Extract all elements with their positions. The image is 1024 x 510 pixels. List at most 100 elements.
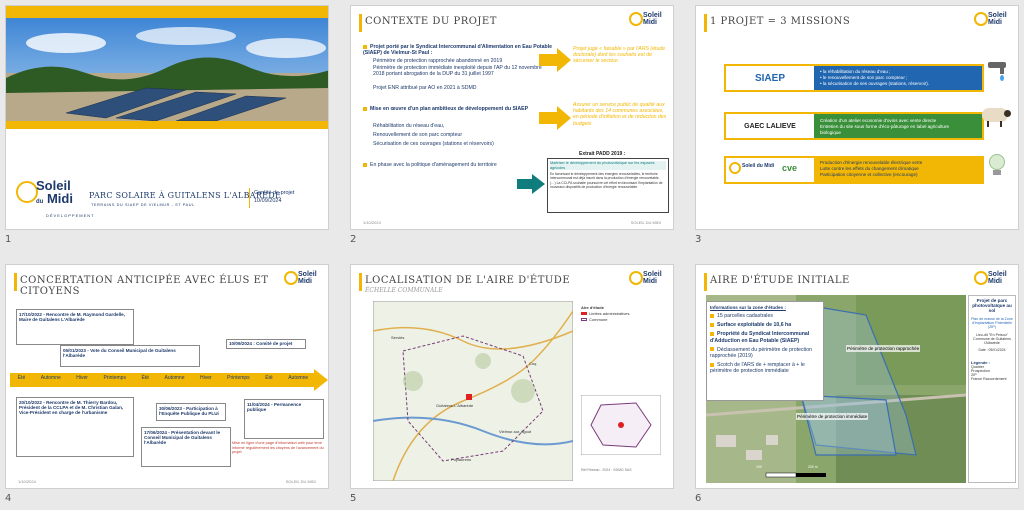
place-label: Cuq bbox=[529, 361, 537, 366]
event-card-2: 05/01/2023 - Vote du Conseil Municipal d… bbox=[60, 345, 200, 367]
padd-box-title: Extrait PADD 2019 : bbox=[579, 151, 626, 157]
slide-number: 2 bbox=[350, 234, 357, 245]
mission-1-text: • la réhabilitation du réseau d'eau ; • … bbox=[820, 69, 930, 86]
footer-brand: SOLEIL DU MIDI bbox=[285, 479, 316, 484]
solar-logos: Soleil du Midi cve bbox=[726, 158, 814, 182]
commune-map bbox=[373, 301, 573, 481]
mission-solar: Soleil du Midi cve Production d'énergie … bbox=[724, 156, 984, 184]
siaep-logo: SIAEP bbox=[726, 66, 814, 90]
timeline-arrow-icon bbox=[314, 369, 328, 391]
timeline-season: Été bbox=[265, 375, 273, 381]
bullet-1b: Périmètre de protection immédiate inexpl… bbox=[373, 65, 542, 78]
top-band bbox=[6, 6, 328, 18]
event-card-4: 20/10/2022 - Rencontre de M. Thierry Bar… bbox=[16, 397, 134, 457]
place-label: Serviès bbox=[391, 335, 405, 340]
timeline-season: Automne bbox=[40, 375, 61, 381]
bullet-2: Mise en œuvre d'un plan ambitieux de dév… bbox=[363, 106, 553, 112]
slide-sorter-grid: Soleil du Midi DÉVELOPPEMENT PARC SOLAIRE… bbox=[0, 0, 1024, 510]
mission-siaep: SIAEP • la réhabilitation du réseau d'ea… bbox=[724, 64, 984, 92]
slide-subtitle: TERRAINS DU SIAEP DE VIELMUR - ST PAUL bbox=[91, 203, 195, 207]
slide-title: PARC SOLAIRE À GUITALENS L'ALBARÈDE bbox=[89, 191, 282, 200]
padd-heading: Maîtriser le développement du photovolta… bbox=[550, 161, 666, 170]
slide-5[interactable]: LOCALISATION DE L'AIRE D'ÉTUDE ÉCHELLE C… bbox=[350, 264, 674, 489]
timeline-season: Hiver bbox=[76, 375, 88, 381]
logo-text: Soleil du Midi bbox=[36, 178, 73, 206]
green-bulb-icon bbox=[988, 154, 1006, 178]
slide-subtitle: ÉCHELLE COMMUNALE bbox=[365, 287, 443, 294]
company-logo-icon: Soleil Midi bbox=[974, 10, 1012, 32]
place-label: Guitalens-L'Albarède bbox=[436, 403, 474, 408]
zone-label-immediate: Périmètre de protection immédiate bbox=[796, 413, 869, 420]
company-logo-icon: Soleil Midi bbox=[284, 269, 322, 291]
web-info-note: Mise en ligne d'une page d'information w… bbox=[232, 441, 324, 454]
map-legend: Aire d'étude Limites administratives Com… bbox=[581, 305, 630, 322]
slide-3[interactable]: 1 PROJET = 3 MISSIONS Soleil Midi SIAEP •… bbox=[695, 5, 1019, 230]
scale-label: 200 m bbox=[808, 465, 818, 469]
slide-4[interactable]: CONCERTATION ANTICIPÉE AVEC ÉLUS ET CITO… bbox=[5, 264, 329, 489]
overview-inset-map bbox=[581, 395, 661, 455]
timeline-season: Automne bbox=[288, 375, 309, 381]
title-accent bbox=[704, 14, 707, 32]
bullet-2c: Sécurisation de ces ouvrages (stations e… bbox=[373, 141, 494, 147]
timeline-season: Automne bbox=[164, 375, 185, 381]
mission-2-text: Création d'un atelier economie d'ovins a… bbox=[820, 118, 950, 135]
event-card-5: 30/06/2023 - Participation à l'Enquête P… bbox=[156, 403, 226, 421]
bullet-1c: Projet ENR attribué par AO en 2021 à SDM… bbox=[373, 85, 477, 91]
timeline-season: Printemps bbox=[103, 375, 126, 381]
slide-title: 1 PROJET = 3 MISSIONS bbox=[710, 16, 851, 27]
timeline-season: Hiver bbox=[200, 375, 212, 381]
slide-number: 5 bbox=[350, 493, 357, 504]
mission-gaec: GAEC LALIEVE Création d'un atelier econo… bbox=[724, 112, 984, 140]
footer-date: 1/10/2024 bbox=[18, 479, 36, 484]
footer-brand: SOLEIL DU MIDI bbox=[630, 220, 661, 225]
solar-farm-photo bbox=[6, 18, 328, 121]
water-tap-icon bbox=[986, 58, 1008, 84]
event-card-1: 17/10/2022 - Rencontre de M. Raymond Gar… bbox=[16, 309, 134, 345]
slide-2[interactable]: CONTEXTE DU PROJET Soleil Midi Projet por… bbox=[350, 5, 674, 230]
logo-subtext: DÉVELOPPEMENT bbox=[46, 213, 95, 218]
arrow-right-icon bbox=[539, 106, 571, 130]
slide-number: 6 bbox=[695, 493, 702, 504]
slide-title: CONTEXTE DU PROJET bbox=[365, 16, 497, 27]
company-logo-icon: Soleil Midi bbox=[974, 269, 1012, 291]
title-accent bbox=[359, 14, 362, 32]
mid-band bbox=[6, 121, 328, 129]
map-sidebar: Projet de parc photovoltaïque au sol Pla… bbox=[968, 295, 1016, 483]
bullet-1a: Périmètre de protection rapprochée aband… bbox=[373, 58, 503, 64]
timeline-season: Été bbox=[141, 375, 149, 381]
mission-3-text: Production d'énergie renouvelable électr… bbox=[820, 160, 923, 177]
slide-title: AIRE D'ÉTUDE INITIALE bbox=[710, 275, 850, 286]
arrow-note-1: Projet jugé « faisable » par l'ARS (étud… bbox=[573, 46, 666, 65]
padd-excerpt-box: Maîtriser le développement du photovolta… bbox=[547, 158, 669, 213]
slide-title: LOCALISATION DE L'AIRE D'ÉTUDE bbox=[365, 275, 571, 286]
timeline-season: Printemps bbox=[227, 375, 250, 381]
event-card-3: 10/09/2024 : Comité de projet bbox=[226, 339, 306, 349]
slide-title: CONCERTATION ANTICIPÉE AVEC ÉLUS ET CITO… bbox=[20, 275, 269, 297]
zone-label-rapprochee: Périmètre de protection rapprochée bbox=[846, 345, 921, 352]
place-label: Vielmur-sur-Agout bbox=[499, 429, 532, 434]
title-accent bbox=[704, 273, 707, 291]
slide-6[interactable]: AIRE D'ÉTUDE INITIALE Soleil Midi Informa… bbox=[695, 264, 1019, 489]
bullet-2a: Réhabilitation du réseau d'eau, bbox=[373, 123, 445, 129]
divider bbox=[249, 188, 250, 208]
bullet-1: Projet porté par le Syndicat Intercommun… bbox=[363, 44, 552, 57]
padd-text: En favorisant le développement des énerg… bbox=[550, 172, 663, 189]
title-accent bbox=[14, 273, 17, 291]
company-logo-icon: Soleil Midi bbox=[629, 269, 667, 291]
arrow-right-icon bbox=[517, 174, 545, 194]
map-footer: Réf Réseau : 2024 · SDMD SAS bbox=[581, 468, 632, 472]
sheep-icon bbox=[980, 106, 1012, 128]
slide-number: 3 bbox=[695, 234, 702, 245]
sun-logo-icon bbox=[16, 181, 38, 203]
arrow-note-2: Assurer un service public de qualité aux… bbox=[573, 102, 667, 127]
title-accent bbox=[359, 273, 362, 291]
slide-number: 4 bbox=[5, 493, 12, 504]
arrow-right-icon bbox=[539, 48, 571, 72]
info-panel: Informations sur la zone d'études : 15 p… bbox=[706, 301, 824, 401]
timeline-season: Été bbox=[17, 375, 26, 381]
footer-date: 1/10/2024 bbox=[363, 220, 381, 225]
slide-1[interactable]: Soleil du Midi DÉVELOPPEMENT PARC SOLAIRE… bbox=[5, 5, 329, 230]
bullet-3: En phase avec la politique d'aménagement… bbox=[363, 162, 543, 168]
slide-number: 1 bbox=[5, 234, 12, 245]
bullet-2b: Renouvellement de son parc compteur bbox=[373, 132, 463, 138]
